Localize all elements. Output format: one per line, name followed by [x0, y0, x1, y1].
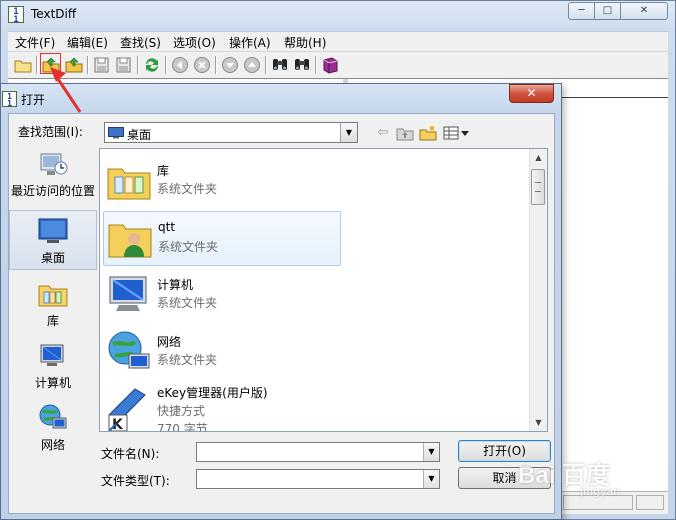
menu-file[interactable]: 文件(F) [15, 34, 55, 51]
toolbar-separator [165, 56, 167, 74]
dialog-title: 打开 [21, 93, 46, 107]
file-list[interactable]: 库 系统文件夹 qtt 系统文件夹 计算机 系统文件夹 网络 系统文件夹 K e… [99, 148, 548, 432]
file-item-libraries[interactable]: 库 系统文件夹 [103, 154, 341, 209]
scroll-down-icon[interactable]: ▼ [530, 414, 547, 431]
place-network[interactable]: 网络 [9, 402, 97, 458]
file-size: 770 字节 [157, 422, 208, 432]
compare-icon[interactable] [143, 56, 161, 74]
file-type: 快捷方式 [157, 404, 206, 418]
network-icon [39, 404, 67, 429]
prev-icon[interactable] [171, 56, 189, 74]
recent-places-icon [40, 153, 68, 175]
stop-icon[interactable] [193, 56, 211, 74]
menu-help[interactable]: 帮助(H) [284, 34, 326, 51]
look-in-value: 桌面 [127, 128, 152, 142]
toolbar-separator [215, 56, 217, 74]
watermark-logo: Bai 百度 jingyan [518, 455, 676, 505]
find-next-icon[interactable] [293, 56, 311, 74]
toolbar-separator [315, 56, 317, 74]
dialog-close-button[interactable]: ✕ [509, 84, 554, 103]
new-folder-icon[interactable] [14, 56, 32, 74]
svg-text:K: K [112, 417, 124, 432]
back-arrow-icon[interactable]: ⇦ [374, 124, 392, 142]
place-label: 计算机 [34, 376, 71, 390]
file-name: 库 [157, 164, 170, 178]
file-item-network[interactable]: 网络 系统文件夹 [103, 325, 341, 380]
close-button[interactable]: ✕ [620, 2, 668, 20]
place-label: 桌面 [40, 251, 65, 265]
chevron-down-icon[interactable]: ▼ [423, 470, 439, 488]
place-recent[interactable]: 最近访问的位置 [9, 148, 97, 208]
ekey-shortcut-icon: K [108, 388, 146, 432]
computer-icon [109, 276, 147, 311]
file-type: 系统文件夹 [158, 240, 219, 254]
menu-options[interactable]: 选项(O) [173, 34, 216, 51]
save-right-icon[interactable] [115, 56, 133, 74]
desktop-icon [108, 127, 124, 139]
libraries-folder-icon [107, 168, 151, 200]
toolbar [8, 51, 668, 79]
file-type: 系统文件夹 [157, 182, 218, 196]
window-title: TextDiff [31, 7, 77, 21]
watermark-subtext: jingyan [580, 485, 621, 498]
menu-find[interactable]: 查找(S) [120, 34, 161, 51]
down-icon[interactable] [221, 56, 239, 74]
file-item-ekey-shortcut[interactable]: K eKey管理器(用户版) 快捷方式 770 字节 [103, 382, 341, 432]
place-label: 库 [46, 314, 59, 328]
vertical-scrollbar[interactable]: ▲ ▼ [529, 149, 547, 431]
filetype-combo[interactable]: ▼ [196, 469, 440, 489]
menu-edit[interactable]: 编辑(E) [67, 34, 108, 51]
toolbar-separator [265, 56, 267, 74]
file-item-computer[interactable]: 计算机 系统文件夹 [103, 268, 341, 323]
place-computer[interactable]: 计算机 [9, 340, 97, 396]
scrollbar-thumb[interactable] [531, 169, 545, 205]
menubar: 文件(F) 编辑(E) 查找(S) 选项(O) 操作(A) 帮助(H) [8, 31, 668, 52]
look-in-combo[interactable]: 桌面 ▼ [104, 122, 358, 143]
new-folder-icon[interactable] [419, 124, 437, 142]
scroll-up-icon[interactable]: ▲ [530, 149, 547, 166]
up-icon[interactable] [243, 56, 261, 74]
annotation-arrow-icon [50, 67, 82, 113]
network-icon [108, 331, 150, 369]
toolbar-separator [87, 56, 89, 74]
menu-action[interactable]: 操作(A) [229, 34, 271, 51]
file-item-qtt[interactable]: qtt 系统文件夹 [103, 211, 341, 266]
up-folder-icon[interactable] [396, 124, 414, 142]
filename-label: 文件名(N): [101, 447, 160, 461]
computer-icon [40, 344, 64, 366]
file-name: qtt [158, 220, 176, 234]
look-in-label: 查找范围(I): [18, 125, 83, 139]
libraries-icon [38, 285, 68, 307]
filename-combo[interactable]: ▼ [196, 442, 440, 462]
help-book-icon[interactable] [321, 56, 339, 74]
file-type: 系统文件夹 [157, 296, 218, 310]
maximize-button[interactable]: □ [594, 2, 621, 20]
place-label: 最近访问的位置 [10, 184, 95, 198]
toolbar-separator [36, 56, 38, 74]
dialog-app-icon: 1 1 [2, 91, 17, 108]
title-bar[interactable]: 1 1 TextDiff ─ □ ✕ [1, 1, 675, 29]
open-dialog: 1 1 打开 ✕ 查找范围(I): 桌面 ▼ ⇦ 最近访问的位置 桌面 库 计算… [0, 83, 562, 520]
file-name: 网络 [157, 335, 182, 349]
places-bar: 最近访问的位置 桌面 库 计算机 网络 [9, 148, 97, 452]
file-type: 系统文件夹 [157, 353, 218, 367]
app-icon: 1 1 [8, 6, 24, 25]
filetype-label: 文件类型(T): [101, 474, 170, 488]
desktop-icon [38, 218, 68, 243]
user-folder-icon [108, 224, 152, 258]
view-menu-icon[interactable] [442, 124, 472, 142]
place-label: 网络 [40, 438, 65, 452]
dialog-body: 查找范围(I): 桌面 ▼ ⇦ 最近访问的位置 桌面 库 计算机 网络 库 系统… [8, 113, 555, 514]
place-libraries[interactable]: 库 [9, 278, 97, 334]
toolbar-separator [137, 56, 139, 74]
file-name: eKey管理器(用户版) [157, 386, 268, 400]
file-name: 计算机 [157, 278, 194, 292]
find-icon[interactable] [271, 56, 289, 74]
chevron-down-icon[interactable]: ▼ [340, 123, 357, 142]
place-desktop[interactable]: 桌面 [9, 210, 97, 270]
minimize-button[interactable]: ─ [568, 2, 595, 20]
chevron-down-icon[interactable]: ▼ [423, 443, 439, 461]
save-left-icon[interactable] [93, 56, 111, 74]
